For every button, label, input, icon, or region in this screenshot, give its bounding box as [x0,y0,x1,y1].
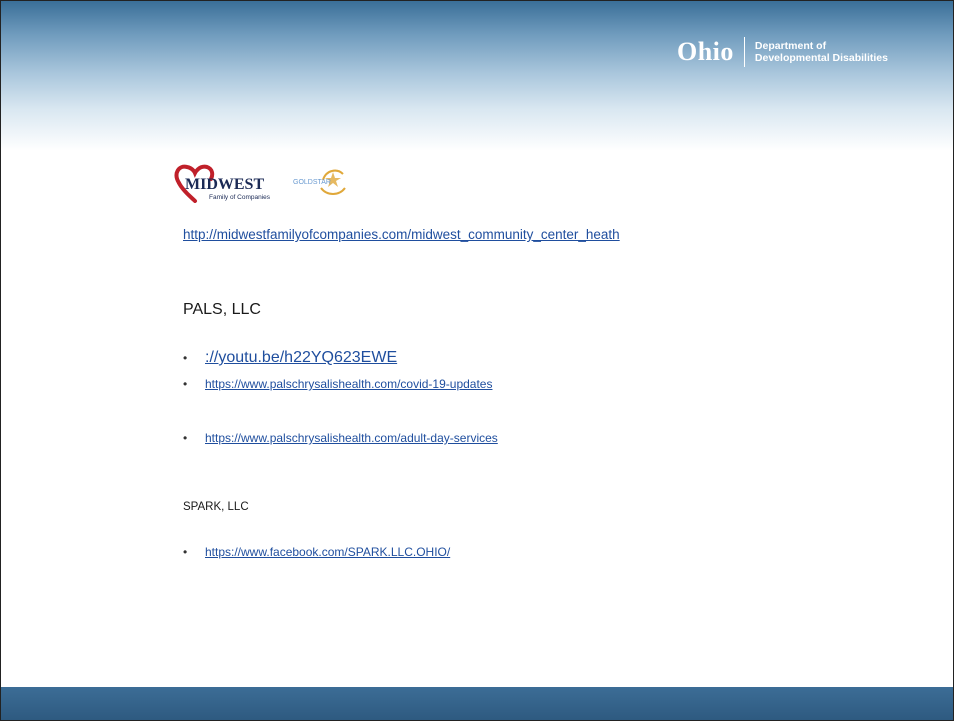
midwest-logo-subtext: Family of Companies [209,194,271,201]
bullet: • [183,377,188,391]
pals-list-item: • https://www.palschrysalishealth.com/ad… [183,431,498,445]
goldstar-logo: GOLDSTAR [293,166,363,198]
bullet: • [183,545,188,559]
spark-facebook-link[interactable]: https://www.facebook.com/SPARK.LLC.OHIO/ [205,545,450,559]
ohio-wordmark: Ohio [677,37,734,66]
midwest-logo-text: MIDWEST [185,176,264,193]
pals-adult-day-services-link[interactable]: https://www.palschrysalishealth.com/adul… [205,431,498,445]
partner-logos: MIDWEST Family of Companies GOLDSTAR [173,161,363,203]
pals-youtube-link[interactable]: ://youtu.be/h22YQ623EWE [205,349,397,367]
pals-list-item: • ://youtu.be/h22YQ623EWE [183,349,397,367]
spark-list-item: • https://www.facebook.com/SPARK.LLC.OHI… [183,545,450,559]
pals-heading: PALS, LLC [183,301,261,318]
logo-divider [743,37,745,67]
pals-covid-updates-link[interactable]: https://www.palschrysalishealth.com/covi… [205,377,492,391]
header-band [1,1,953,151]
midwest-logo: MIDWEST Family of Companies [173,161,281,203]
department-line-2: Developmental Disabilities [754,52,888,64]
ohio-dodd-logo: Ohio Department of Developmental Disabil… [677,37,888,67]
spark-heading: SPARK, LLC [183,501,249,513]
slide: Ohio Department of Developmental Disabil… [0,0,954,721]
bullet: • [183,351,188,365]
midwest-heart-icon: MIDWEST Family of Companies [174,164,271,203]
department-name: Department of Developmental Disabilities [755,40,888,64]
midwest-community-center-link[interactable]: http://midwestfamilyofcompanies.com/midw… [183,225,653,244]
footer-band [1,687,953,720]
goldstar-logo-text: GOLDSTAR [293,179,331,186]
department-line-1: Department of [754,40,827,52]
pals-list-item: • https://www.palschrysalishealth.com/co… [183,377,492,391]
bullet: • [183,431,188,445]
goldstar-star-icon: GOLDSTAR [293,169,346,195]
